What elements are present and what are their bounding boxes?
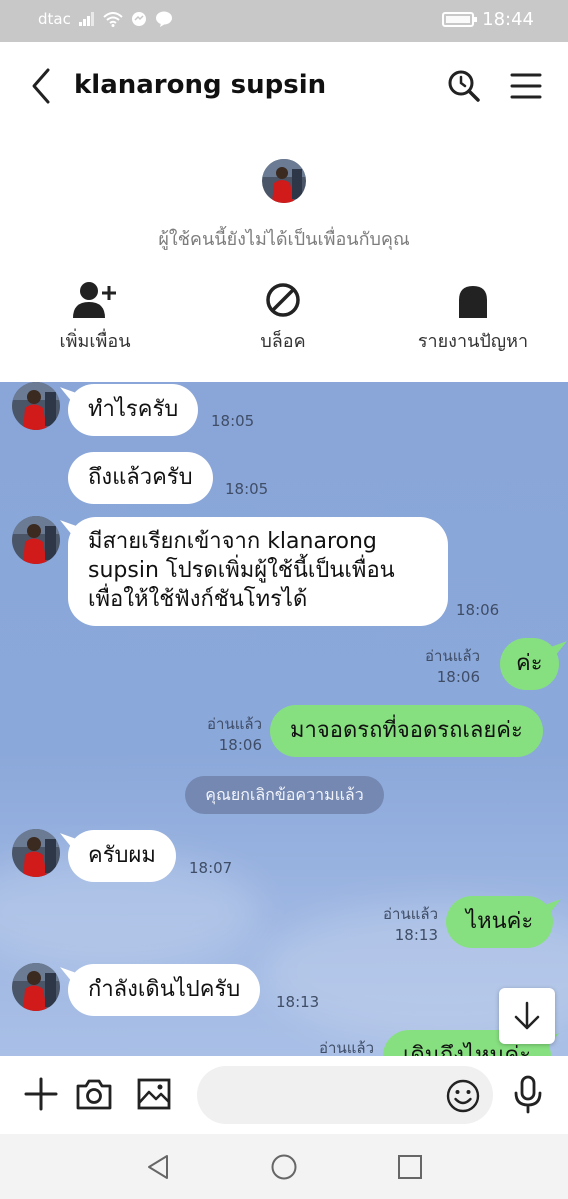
message-time: 18:06: [456, 601, 500, 619]
add-friend-button[interactable]: เพิ่มเพื่อน: [0, 280, 190, 355]
incoming-message[interactable]: มีสายเรียกเข้าจาก klanarong supsin โปรดเ…: [68, 517, 448, 626]
read-meta: อ่านแล้ว 18:06: [180, 714, 262, 756]
message-input[interactable]: [215, 1066, 435, 1124]
status-right: 18:44: [442, 9, 534, 30]
outgoing-message[interactable]: มาจอดรถที่จอดรถเลยค่ะ: [270, 705, 543, 757]
read-meta: อ่านแล้ว: [296, 1038, 374, 1056]
unsent-message-note: คุณยกเลิกข้อความแล้ว: [185, 776, 384, 814]
message-text: ทำไรครับ: [88, 397, 179, 422]
report-label: รายงานปัญหา: [417, 331, 529, 352]
nav-recents-icon[interactable]: [395, 1152, 425, 1182]
status-bar: dtac 18:44: [0, 0, 568, 42]
message-text: เดินถึงไหนค่ะ: [403, 1043, 532, 1056]
image-icon[interactable]: [134, 1074, 174, 1114]
sender-avatar[interactable]: [12, 963, 60, 1011]
incoming-message[interactable]: กำลังเดินไปครับ: [68, 964, 261, 1016]
message-text: กำลังเดินไปครับ: [88, 977, 241, 1002]
incoming-message[interactable]: ครับผม: [68, 830, 176, 882]
message-time: 18:07: [189, 859, 233, 877]
message-input-bar: [0, 1056, 568, 1134]
clock: 18:44: [482, 9, 534, 30]
line-app-icon: [155, 11, 172, 27]
wifi-icon: [103, 11, 123, 27]
signal-icon: [78, 12, 94, 26]
message-time: 18:13: [394, 926, 438, 944]
read-receipt: อ่านแล้ว: [207, 715, 262, 733]
arrow-down-icon: [514, 1001, 540, 1030]
message-text: ครับผม: [88, 843, 156, 868]
incoming-message[interactable]: ทำไรครับ: [68, 384, 199, 436]
message-text-line: supsin โปรดเพิ่มผู้ใช้นี้เป็นเพื่อน: [88, 558, 395, 583]
message-text: มาจอดรถที่จอดรถเลยค่ะ: [290, 718, 523, 743]
emoji-icon[interactable]: [445, 1078, 481, 1114]
block-label: บล็อค: [260, 331, 306, 352]
message-time: 18:05: [225, 480, 269, 498]
chat-title: klanarong supsin: [74, 70, 327, 100]
outgoing-message[interactable]: ค่ะ: [500, 638, 559, 690]
message-text: ค่ะ: [516, 651, 543, 676]
block-button[interactable]: บล็อค: [188, 280, 378, 355]
chat-area[interactable]: ทำไรครับ 18:05 ถึงแล้วครับ 18:05 มีสายเร…: [0, 382, 568, 1056]
scroll-to-bottom-button[interactable]: [499, 988, 555, 1044]
report-button[interactable]: รายงานปัญหา: [378, 280, 568, 355]
add-friend-icon: [73, 282, 116, 318]
message-time: 18:06: [436, 668, 480, 686]
profile-avatar[interactable]: [262, 159, 306, 203]
menu-icon[interactable]: [506, 66, 546, 106]
nav-back-icon[interactable]: [143, 1152, 173, 1182]
profile-panel: ผู้ใช้คนนี้ยังไม่ได้เป็นเพื่อนกับคุณ เพิ…: [0, 132, 568, 382]
chat-header: klanarong supsin: [0, 42, 568, 132]
read-receipt: อ่านแล้ว: [319, 1039, 374, 1056]
message-text-line: เพื่อให้ใช้ฟังก์ชันโทรได้: [88, 587, 308, 612]
message-field: [197, 1066, 493, 1124]
messenger-app-icon: [131, 12, 146, 26]
read-receipt: อ่านแล้ว: [383, 905, 438, 923]
read-receipt: อ่านแล้ว: [425, 647, 480, 665]
status-left: dtac: [38, 10, 173, 28]
search-history-icon[interactable]: [444, 66, 484, 106]
not-friend-note: ผู้ใช้คนนี้ยังไม่ได้เป็นเพื่อนกับคุณ: [158, 229, 410, 250]
system-nav-bar: [0, 1134, 568, 1199]
message-text: ไหนค่ะ: [466, 909, 534, 934]
outgoing-message[interactable]: ไหนค่ะ: [446, 896, 554, 948]
read-meta: อ่านแล้ว 18:06: [400, 646, 480, 688]
block-icon: [266, 283, 300, 317]
read-meta: อ่านแล้ว 18:13: [360, 904, 438, 946]
camera-icon[interactable]: [74, 1074, 114, 1114]
message-text-line: มีสายเรียกเข้าจาก klanarong: [88, 529, 377, 554]
report-icon: [459, 286, 487, 318]
message-time: 18:06: [218, 736, 262, 754]
back-arrow-icon[interactable]: [22, 64, 62, 108]
carrier-label: dtac: [38, 10, 71, 28]
plus-icon[interactable]: [21, 1074, 61, 1114]
microphone-icon[interactable]: [508, 1074, 548, 1114]
add-friend-label: เพิ่มเพื่อน: [59, 331, 131, 352]
sender-avatar[interactable]: [12, 516, 60, 564]
message-text: ถึงแล้วครับ: [88, 465, 193, 490]
nav-home-icon[interactable]: [269, 1152, 299, 1182]
sender-avatar[interactable]: [12, 829, 60, 877]
incoming-message[interactable]: ถึงแล้วครับ: [68, 452, 213, 504]
message-time: 18:13: [276, 993, 320, 1011]
sender-avatar[interactable]: [12, 382, 60, 430]
message-time: 18:05: [211, 412, 255, 430]
battery-icon: [442, 12, 478, 27]
